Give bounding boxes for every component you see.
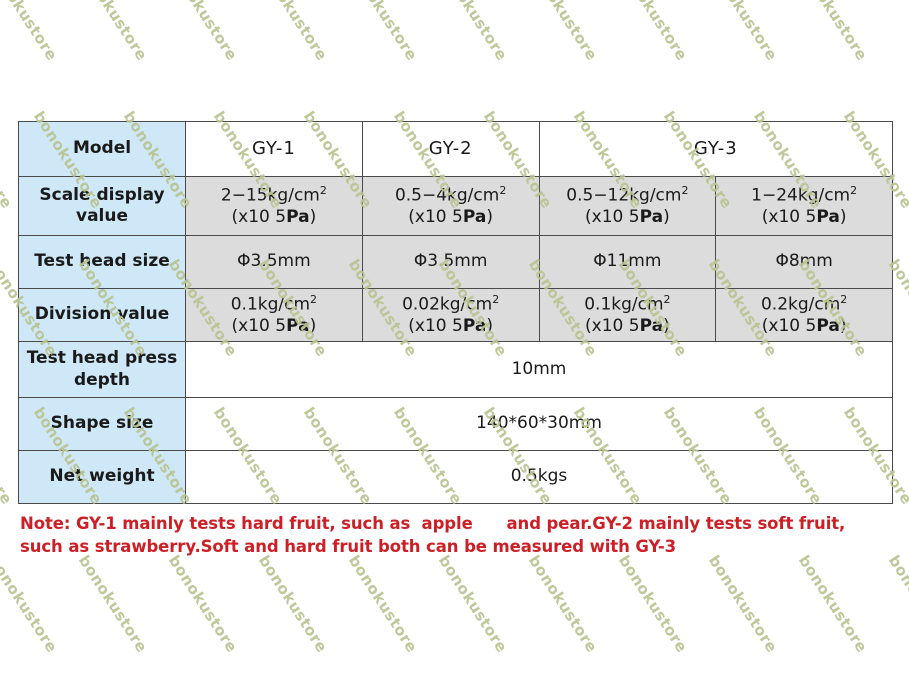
scale-unit-gy3-a: (x10 5Pa) — [585, 206, 670, 227]
table-row-scale-display-value: Scale display value 2−15kg/cm2 (x10 5Pa)… — [18, 176, 893, 236]
row-label-test-head-press-depth: Test head press depth — [18, 341, 186, 398]
scale-range-gy3-a: 0.5−12kg/cm2 — [566, 183, 689, 206]
test-head-size-gy3-a: Φ11mm — [538, 235, 717, 289]
model-gy1-cell: GY-1 — [185, 121, 363, 177]
scale-display-value-gy1: 2−15kg/cm2 (x10 5Pa) — [185, 176, 363, 236]
division-unit-gy1: (x10 5Pa) — [231, 315, 317, 336]
model-gy3-label: GY-3 — [693, 137, 738, 159]
note-line-2: such as strawberry.Soft and hard fruit b… — [20, 537, 676, 557]
test-head-press-depth-value: 10mm — [185, 341, 893, 398]
test-head-size-gy1: Φ3.5mm — [185, 235, 363, 289]
row-label-model: Model — [18, 121, 186, 177]
scale-display-value-gy3-b: 1−24kg/cm2 (x10 5Pa) — [715, 176, 893, 236]
model-gy2-cell: GY-2 — [361, 121, 540, 177]
row-label-net-weight: Net weight — [18, 450, 186, 504]
table-row-test-head-press-depth: Test head press depth 10mm — [18, 341, 893, 398]
model-gy1-label: GY-1 — [251, 137, 296, 159]
row-label-shape-size: Shape size — [18, 397, 186, 451]
division-unit-gy3-b: (x10 5Pa) — [761, 315, 847, 336]
scale-unit-gy3-b: (x10 5Pa) — [761, 206, 847, 227]
scale-range-gy2: 0.5−4kg/cm2 — [394, 183, 507, 206]
division-range-gy3-a: 0.1kg/cm2 — [584, 292, 671, 315]
division-unit-gy3-a: (x10 5Pa) — [585, 315, 670, 336]
specification-table: Model GY-1 GY-2 GY-3 Scale display value… — [18, 121, 893, 504]
division-range-gy3-b: 0.2kg/cm2 — [760, 292, 848, 315]
table-row-test-head-size: Test head size Φ3.5mm Φ3.5mm Φ11mm Φ8mm — [18, 235, 893, 289]
note-line-1: Note: GY-1 mainly tests hard fruit, such… — [20, 514, 846, 533]
page-content: Model GY-1 GY-2 GY-3 Scale display value… — [0, 0, 909, 685]
test-head-size-gy2: Φ3.5mm — [361, 235, 540, 289]
test-head-size-gy3-b: Φ8mm — [715, 235, 893, 289]
division-unit-gy2: (x10 5Pa) — [408, 315, 493, 336]
model-gy3-cell: GY-3 — [538, 121, 893, 177]
scale-range-gy1: 2−15kg/cm2 — [220, 183, 327, 206]
division-range-gy2: 0.02kg/cm2 — [402, 292, 500, 315]
shape-size-value: 140*60*30mm — [185, 397, 893, 451]
row-label-division-value: Division value — [18, 288, 186, 342]
division-value-gy3-a: 0.1kg/cm2 (x10 5Pa) — [538, 288, 717, 342]
table-row-model: Model GY-1 GY-2 GY-3 — [18, 121, 893, 177]
scale-display-value-gy2: 0.5−4kg/cm2 (x10 5Pa) — [361, 176, 540, 236]
note-text: Note: GY-1 mainly tests hard fruit, such… — [20, 512, 900, 559]
division-value-gy3-b: 0.2kg/cm2 (x10 5Pa) — [715, 288, 893, 342]
scale-unit-gy2: (x10 5Pa) — [408, 206, 493, 227]
scale-range-gy3-b: 1−24kg/cm2 — [751, 183, 858, 206]
row-label-scale-display-value: Scale display value — [18, 176, 186, 236]
division-range-gy1: 0.1kg/cm2 — [230, 292, 318, 315]
division-value-gy2: 0.02kg/cm2 (x10 5Pa) — [361, 288, 540, 342]
net-weight-value: 0.5kgs — [185, 450, 893, 504]
table-row-shape-size: Shape size 140*60*30mm — [18, 397, 893, 451]
scale-display-value-gy3-a: 0.5−12kg/cm2 (x10 5Pa) — [538, 176, 717, 236]
scale-unit-gy1: (x10 5Pa) — [231, 206, 317, 227]
model-gy2-label: GY-2 — [428, 137, 473, 159]
table-row-net-weight: Net weight 0.5kgs — [18, 450, 893, 504]
table-row-division-value: Division value 0.1kg/cm2 (x10 5Pa) 0.02k… — [18, 288, 893, 342]
row-label-test-head-size: Test head size — [18, 235, 186, 289]
division-value-gy1: 0.1kg/cm2 (x10 5Pa) — [185, 288, 363, 342]
